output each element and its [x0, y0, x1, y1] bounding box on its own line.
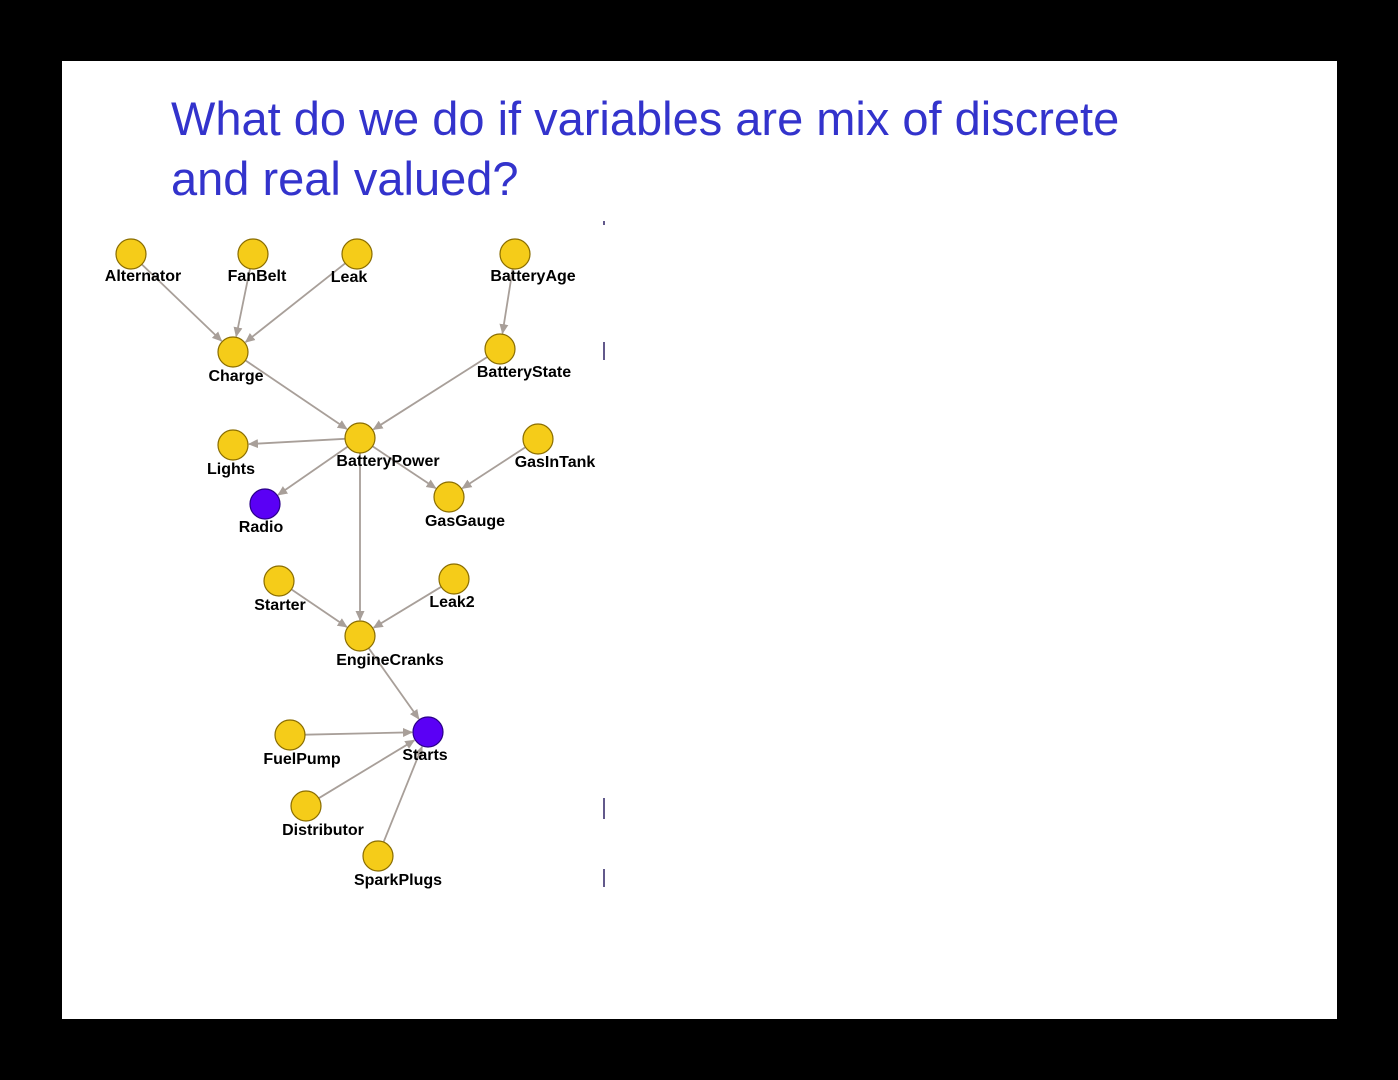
node-circle — [344, 422, 376, 454]
node-circle — [438, 563, 470, 595]
node-distributor: Distributor — [282, 790, 364, 839]
node-circle — [522, 423, 554, 455]
node-spark-plugs: SparkPlugs — [354, 840, 442, 889]
node-fuel-pump: FuelPump — [263, 719, 341, 768]
node-label: Alternator — [105, 268, 181, 285]
node-circle — [412, 716, 444, 748]
node-alternator: Alternator — [105, 238, 181, 285]
node-label: BatteryPower — [336, 453, 439, 470]
node-charge: Charge — [208, 336, 264, 385]
node-battery-state: BatteryState — [477, 333, 571, 381]
node-label: Leak2 — [429, 594, 474, 611]
node-label: FuelPump — [263, 751, 341, 768]
node-label: GasInTank — [515, 454, 596, 471]
node-circle — [341, 238, 373, 270]
slide: What do we do if variables are mix of di… — [62, 61, 1337, 1019]
node-leak2: Leak2 — [429, 563, 475, 611]
node-gas-gauge: GasGauge — [425, 481, 505, 530]
edge-battery-state-to-battery-power — [372, 356, 488, 431]
node-label: GasGauge — [425, 513, 505, 530]
node-label: Charge — [208, 368, 263, 385]
node-leak: Leak — [331, 238, 373, 286]
node-circle — [217, 429, 249, 461]
node-label: BatteryAge — [490, 268, 575, 285]
node-label: FanBelt — [228, 268, 287, 285]
node-label: Distributor — [282, 822, 364, 839]
node-circle — [115, 238, 147, 270]
node-battery-power: BatteryPower — [336, 422, 440, 470]
node-label: Starts — [402, 747, 447, 764]
node-circle — [249, 488, 281, 520]
node-label: Starter — [254, 597, 306, 614]
node-starts: Starts — [402, 716, 448, 764]
node-layer: Alternator FanBelt Leak BatteryAge Charge Bat… — [105, 238, 596, 889]
edge-distributor-to-starts — [318, 739, 416, 799]
node-label: Radio — [239, 519, 284, 536]
node-circle — [344, 620, 376, 652]
node-circle — [274, 719, 306, 751]
node-label: SparkPlugs — [354, 872, 442, 889]
node-circle — [433, 481, 465, 513]
node-label: BatteryState — [477, 364, 571, 381]
node-gas-in-tank: GasInTank — [515, 423, 596, 471]
edge-battery-power-to-lights — [248, 437, 346, 449]
node-fan-belt: FanBelt — [228, 238, 287, 285]
node-circle — [499, 238, 531, 270]
node-starter: Starter — [254, 565, 306, 614]
node-circle — [237, 238, 269, 270]
bayesian-network-diagram: Alternator FanBelt Leak BatteryAge Charge Bat… — [105, 221, 605, 889]
node-circle — [362, 840, 394, 872]
node-label: EngineCranks — [336, 652, 444, 669]
node-battery-age: BatteryAge — [490, 238, 576, 285]
edge-fuel-pump-to-starts — [304, 728, 413, 738]
node-circle — [484, 333, 516, 365]
node-circle — [263, 565, 295, 597]
node-radio: Radio — [239, 488, 284, 536]
node-label: Lights — [207, 461, 255, 478]
node-circle — [290, 790, 322, 822]
node-label: Leak — [331, 269, 368, 286]
node-lights: Lights — [207, 429, 255, 478]
node-engine-cranks: EngineCranks — [336, 620, 444, 669]
node-circle — [217, 336, 249, 368]
